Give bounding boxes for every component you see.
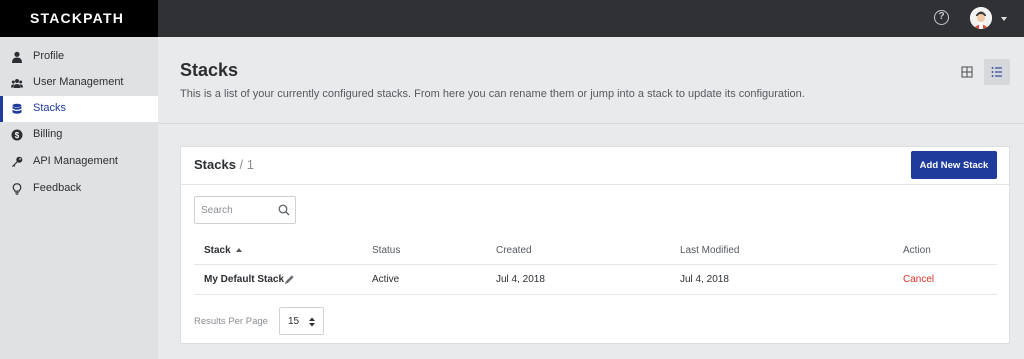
key-icon — [12, 156, 23, 167]
list-view-icon — [991, 67, 1002, 77]
stackpath-logo[interactable]: STACKPATH — [30, 10, 124, 26]
column-header-status: Status — [372, 245, 401, 256]
grid-view-icon — [961, 66, 973, 78]
search-box[interactable] — [194, 196, 296, 224]
sidebar-item-label: User Management — [33, 76, 124, 88]
pencil-edit-icon[interactable] — [284, 274, 295, 285]
lightbulb-icon — [12, 183, 22, 195]
cancel-stack-link[interactable]: Cancel — [903, 274, 934, 285]
table-divider — [194, 294, 997, 295]
avatar-dropdown-caret-icon[interactable] — [1001, 17, 1007, 21]
users-icon — [11, 79, 23, 88]
column-header-stack[interactable]: Stack — [204, 245, 242, 256]
list-view-button[interactable] — [984, 59, 1010, 85]
sidebar-item-label: Billing — [33, 128, 63, 140]
card-title-text: Stacks — [194, 157, 236, 172]
user-avatar[interactable] — [970, 7, 992, 29]
column-header-created: Created — [496, 245, 532, 256]
page-description: This is a list of your currently configu… — [180, 88, 805, 100]
results-per-page-value: 15 — [288, 316, 300, 327]
page-title: Stacks — [180, 60, 239, 80]
sidebar-item-profile[interactable]: Profile — [0, 44, 158, 70]
stacks-card: Stacks / 1 Add New Stack Stack Status Cr… — [180, 146, 1010, 344]
stack-status: Active — [372, 274, 400, 285]
select-arrows-icon — [309, 317, 315, 327]
grid-view-button[interactable] — [954, 59, 980, 85]
sidebar-item-label: Profile — [33, 50, 65, 62]
database-icon — [12, 103, 22, 114]
card-header: Stacks / 1 Add New Stack — [181, 147, 1009, 185]
results-per-page-select[interactable]: 15 — [279, 307, 324, 335]
sidebar-item-api-management[interactable]: API Management — [0, 149, 158, 175]
column-header-last-modified: Last Modified — [680, 245, 740, 256]
logo-area[interactable]: STACKPATH — [0, 0, 158, 37]
search-icon[interactable] — [278, 204, 290, 216]
card-title: Stacks / 1 — [194, 157, 254, 172]
table-divider — [194, 264, 997, 265]
results-per-page-label: Results Per Page — [194, 316, 268, 327]
column-header-action: Action — [903, 245, 931, 256]
dollar-circle-icon: $ — [11, 129, 23, 141]
sidebar-item-user-management[interactable]: User Management — [0, 70, 158, 96]
stack-created-date: Jul 4, 2018 — [496, 274, 545, 285]
add-new-stack-button[interactable]: Add New Stack — [911, 151, 997, 179]
svg-text:$: $ — [15, 131, 20, 140]
sidebar: Profile User Management Stacks $ Billing — [0, 37, 158, 359]
stack-modified-date: Jul 4, 2018 — [680, 274, 729, 285]
header-divider — [158, 123, 1024, 124]
sort-ascending-icon[interactable] — [235, 248, 242, 252]
sidebar-item-feedback[interactable]: Feedback — [0, 176, 158, 202]
sidebar-item-label: Feedback — [33, 182, 82, 194]
sidebar-item-label: Stacks — [33, 102, 67, 114]
sidebar-item-billing[interactable]: $ Billing — [0, 122, 158, 148]
person-icon — [12, 51, 22, 63]
search-input[interactable] — [201, 203, 271, 217]
help-icon[interactable]: ? — [934, 10, 949, 25]
column-header-stack-label: Stack — [204, 245, 231, 256]
sidebar-item-label: API Management — [33, 155, 118, 167]
stack-name-link[interactable]: My Default Stack — [204, 274, 284, 285]
stack-count: / 1 — [239, 157, 255, 172]
sidebar-item-stacks[interactable]: Stacks — [0, 96, 158, 122]
top-bar: STACKPATH ? — [0, 0, 1024, 37]
